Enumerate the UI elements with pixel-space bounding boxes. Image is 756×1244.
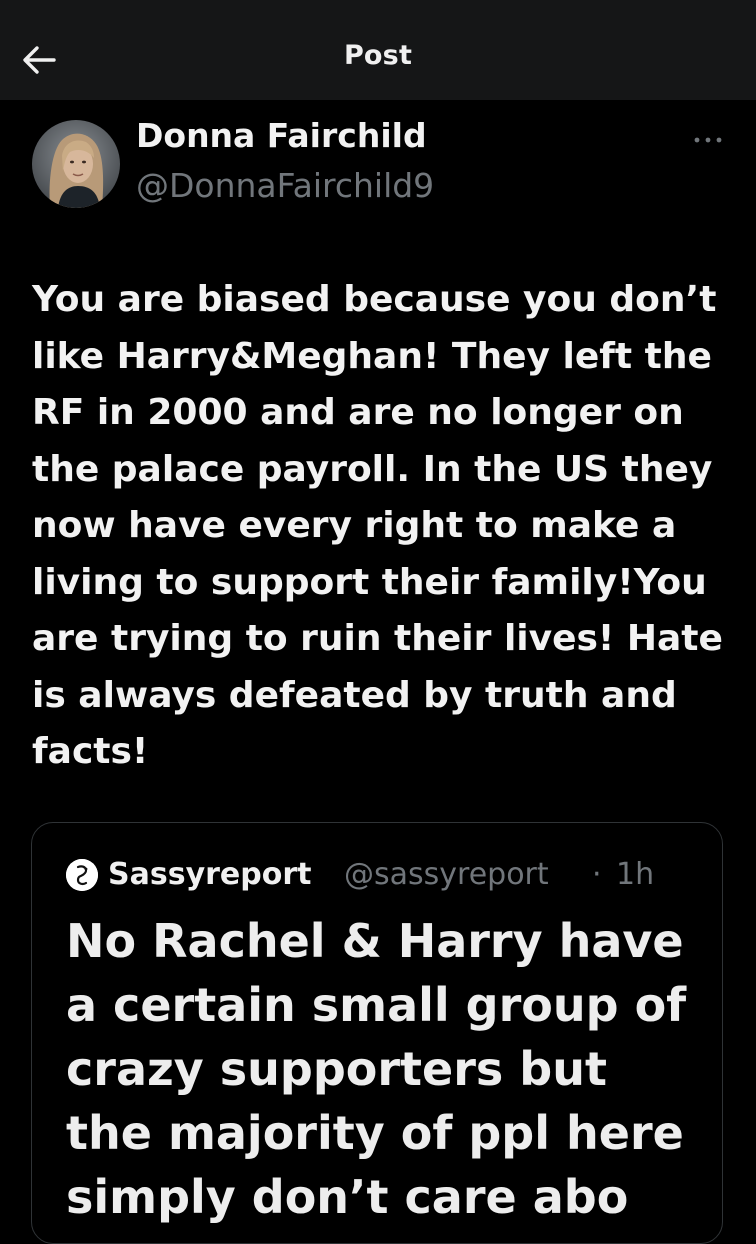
post-text-line: RF in 2000 and are no longer on bbox=[32, 392, 684, 433]
post-text-line: now have every right to make a bbox=[32, 505, 677, 546]
quoted-text-line: No Rachel & Harry have bbox=[66, 914, 684, 968]
post-text-line: living to support their family!You bbox=[32, 561, 707, 603]
quoted-text-line: simply don’t care abo bbox=[66, 1170, 629, 1224]
more-horizontal-icon bbox=[694, 137, 722, 143]
post-text-line: like Harry&Meghan! They left the bbox=[32, 335, 712, 377]
quoted-text-line: crazy supporters but bbox=[66, 1042, 607, 1096]
page-title: Post bbox=[343, 40, 413, 71]
sassyreport-logo-icon bbox=[66, 859, 98, 891]
separator-dot: · bbox=[592, 857, 602, 892]
quoted-author-avatar[interactable] bbox=[66, 859, 98, 891]
quoted-post-body-text: No Rachel & Harry have a certain small g… bbox=[66, 909, 722, 1229]
author-avatar[interactable] bbox=[32, 120, 120, 208]
profile-photo-icon bbox=[32, 120, 120, 208]
author-handle[interactable]: @DonnaFairchild9 bbox=[136, 166, 434, 205]
top-bar: Post bbox=[0, 0, 756, 100]
post-body-text: You are biased because you don’t like Ha… bbox=[32, 272, 732, 781]
quoted-text-line: a certain small group of bbox=[66, 978, 687, 1032]
post-text-line: is always defeated by truth and bbox=[32, 674, 677, 716]
post-detail: Donna Fairchild @DonnaFairchild9 You are… bbox=[0, 100, 756, 1244]
post-text-line: You are biased because you don’t bbox=[32, 279, 717, 320]
author-display-name[interactable]: Donna Fairchild bbox=[136, 116, 427, 155]
post-text-line: the palace payroll. In the US they bbox=[32, 448, 713, 490]
more-options-button[interactable] bbox=[692, 132, 724, 148]
quoted-author-handle[interactable]: @sassyreport bbox=[344, 857, 549, 892]
quoted-author-name[interactable]: Sassyreport bbox=[108, 857, 311, 892]
post-text-line: are trying to ruin their lives! Hate bbox=[32, 618, 723, 659]
quoted-post-card[interactable]: Sassyreport @sassyreport · 1h No Rachel … bbox=[31, 822, 723, 1244]
quoted-text-line: the majority of ppl here bbox=[66, 1106, 684, 1160]
post-text-line: facts! bbox=[32, 731, 149, 772]
quoted-post-timestamp[interactable]: 1h bbox=[616, 857, 654, 892]
